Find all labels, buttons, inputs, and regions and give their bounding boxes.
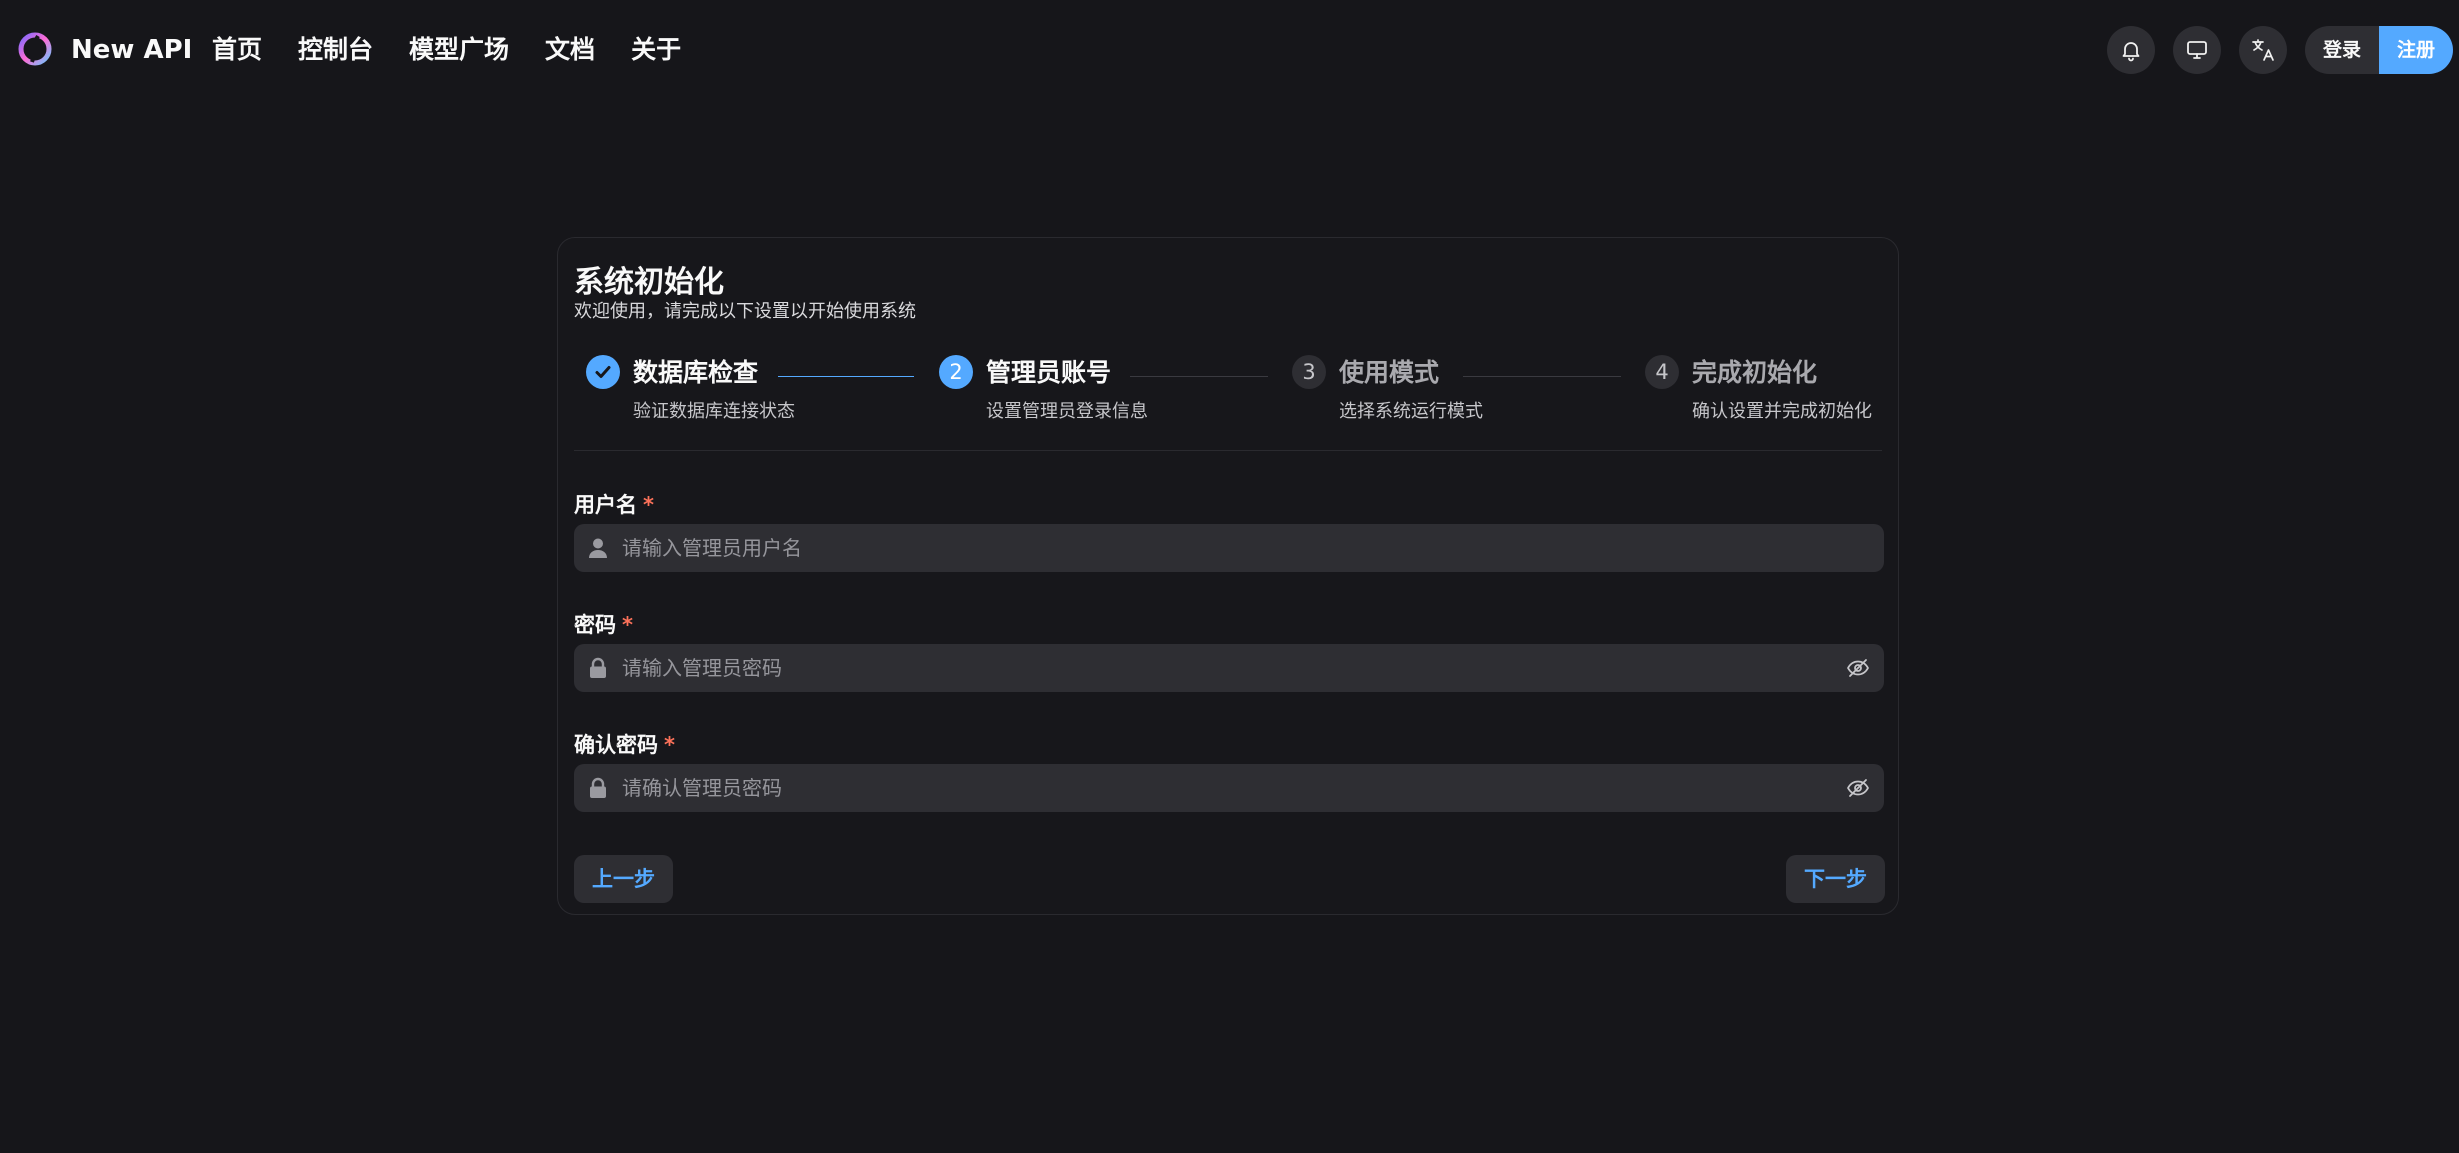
top-navbar: New API 首页 控制台 模型广场 文档 关于 登录 注册 (0, 0, 2459, 100)
login-button[interactable]: 登录 (2305, 26, 2380, 74)
required-mark: * (664, 733, 675, 757)
required-mark: * (622, 613, 633, 637)
username-input[interactable] (622, 524, 1822, 572)
step-desc: 设置管理员登录信息 (986, 401, 1148, 422)
previous-step-button[interactable]: 上一步 (574, 855, 673, 903)
username-label: 用户名 * (574, 489, 654, 519)
monitor-icon (2187, 41, 2207, 59)
eye-off-icon[interactable] (1846, 656, 1870, 680)
confirm-password-label-text: 确认密码 (574, 733, 658, 757)
username-label-text: 用户名 (574, 493, 637, 517)
confirm-password-field (574, 764, 1884, 812)
eye-off-icon[interactable] (1846, 776, 1870, 800)
nav-home[interactable]: 首页 (212, 28, 262, 72)
nav-about[interactable]: 关于 (631, 28, 681, 72)
confirm-password-label: 确认密码 * (574, 729, 675, 759)
language-button[interactable] (2239, 26, 2287, 74)
step-connector (1130, 376, 1268, 377)
step-desc: 确认设置并完成初始化 (1692, 401, 1872, 422)
step-number: 2 (939, 355, 973, 389)
nav-console[interactable]: 控制台 (298, 28, 373, 72)
lock-icon (590, 657, 606, 678)
translate-icon (2252, 39, 2274, 61)
bell-icon (2122, 42, 2140, 62)
password-label: 密码 * (574, 609, 633, 639)
lock-icon (590, 777, 606, 798)
nav-model-square[interactable]: 模型广场 (409, 28, 509, 72)
confirm-password-input[interactable] (622, 764, 1822, 812)
username-field (574, 524, 1884, 572)
required-mark: * (643, 493, 654, 517)
notifications-button[interactable] (2107, 26, 2155, 74)
setup-card: 系统初始化 欢迎使用，请完成以下设置以开始使用系统 数据库检查 验证数据库连接状… (557, 237, 1899, 915)
page-title: 系统初始化 (574, 265, 724, 300)
app-title[interactable]: New API (71, 28, 192, 72)
step-number: 4 (1645, 355, 1679, 389)
auth-buttons: 登录 注册 (2305, 26, 2454, 74)
register-button[interactable]: 注册 (2379, 26, 2454, 74)
step-finished-indicator (586, 355, 620, 389)
password-input[interactable] (622, 644, 1822, 692)
next-step-button[interactable]: 下一步 (1786, 855, 1885, 903)
step-desc: 验证数据库连接状态 (633, 401, 795, 422)
step-title: 数据库检查 (633, 358, 759, 387)
step-desc: 选择系统运行模式 (1339, 401, 1483, 422)
nav-docs[interactable]: 文档 (545, 28, 595, 72)
page-subtitle: 欢迎使用，请完成以下设置以开始使用系统 (574, 301, 916, 322)
step-number: 3 (1292, 355, 1326, 389)
step-title: 完成初始化 (1692, 358, 1818, 387)
new-api-logo-icon[interactable] (16, 30, 54, 68)
password-field (574, 644, 1884, 692)
main-nav: 首页 控制台 模型广场 文档 关于 (212, 28, 717, 72)
step-connector (778, 376, 914, 377)
divider (574, 450, 1882, 451)
check-icon (595, 366, 611, 378)
step-connector (1463, 376, 1621, 377)
step-title: 使用模式 (1339, 358, 1440, 387)
user-icon (589, 538, 607, 558)
theme-toggle-button[interactable] (2173, 26, 2221, 74)
step-title: 管理员账号 (986, 358, 1112, 387)
password-label-text: 密码 (574, 613, 616, 637)
